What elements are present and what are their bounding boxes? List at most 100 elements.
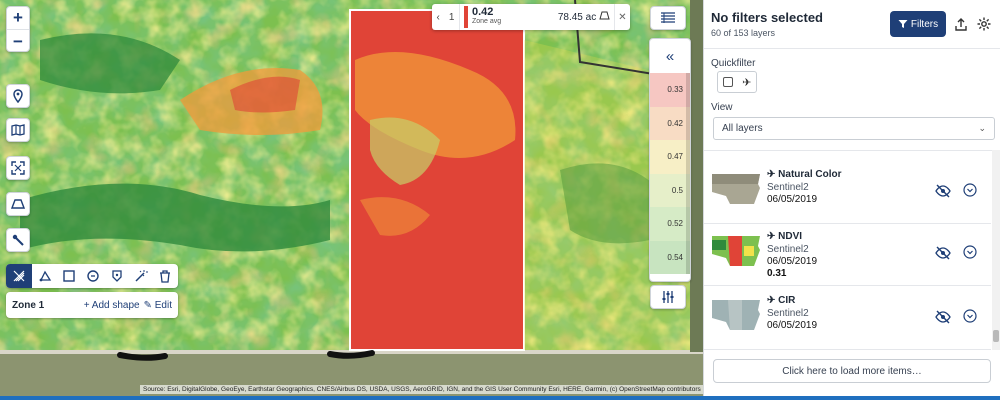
- perspective-button[interactable]: [6, 192, 30, 216]
- zone-name: Zone 1: [12, 299, 45, 311]
- perspective-icon: [11, 199, 25, 209]
- expand-chevron-icon[interactable]: [963, 183, 977, 197]
- zone-close-button[interactable]: ✕: [614, 4, 630, 30]
- window-bottom-strip: [0, 396, 1000, 400]
- upload-icon: [955, 17, 967, 31]
- magic-wand-icon: [135, 270, 148, 282]
- visibility-off-icon[interactable]: [935, 246, 951, 260]
- adjust-button[interactable]: [650, 285, 686, 309]
- basemap-button[interactable]: [6, 118, 30, 142]
- draw-marker-tool[interactable]: [106, 264, 128, 288]
- close-icon: ✕: [618, 11, 627, 23]
- circle-icon: [87, 270, 99, 282]
- quickfilter-checkbox[interactable]: [722, 77, 733, 87]
- location-button[interactable]: [6, 84, 30, 108]
- zone-area: 78.45 ac: [558, 11, 610, 23]
- layer-thumbnail: [712, 174, 760, 204]
- legend-row: 0.47: [650, 140, 690, 174]
- layer-list-scrollbar[interactable]: [992, 150, 1000, 350]
- legend-row: 0.42: [650, 106, 690, 140]
- zone-color-swatch: [464, 6, 468, 28]
- layer-thumbnail: [712, 300, 760, 330]
- layer-item-natural-color[interactable]: ✈ Natural Color Sentinel2 06/05/2019: [704, 162, 991, 224]
- zone-avg-label: Zone avg: [472, 18, 502, 25]
- layer-name: ✈ CIR: [767, 295, 795, 306]
- view-label: View: [711, 102, 733, 113]
- freehand-icon: [39, 270, 52, 282]
- draw-freehand-tool[interactable]: [34, 264, 56, 288]
- draw-rectangle-tool[interactable]: [58, 264, 80, 288]
- map-canvas[interactable]: + − Zone 1 + Add shape ✎ Edit ‹ 1 0.42 Z…: [0, 0, 703, 400]
- layer-source: Sentinel2: [767, 182, 809, 193]
- rectangle-icon: [63, 270, 75, 282]
- add-shape-link[interactable]: + Add shape: [84, 300, 140, 311]
- satellite-icon[interactable]: ✈: [742, 76, 751, 89]
- edit-label: Edit: [154, 299, 172, 311]
- sliders-icon: [662, 291, 674, 303]
- layer-item-ndvi[interactable]: ✈ NDVI Sentinel2 06/05/2019 0.31: [704, 224, 991, 286]
- draw-polygon-tool[interactable]: [6, 264, 32, 288]
- ndvi-raster: [0, 0, 703, 400]
- layer-list: ✈ Natural Color Sentinel2 06/05/2019 ✈ N…: [704, 150, 991, 350]
- zone-index: 1: [448, 11, 455, 23]
- expand-chevron-icon[interactable]: [963, 245, 977, 259]
- scrollbar-thumb[interactable]: [993, 330, 999, 342]
- gear-icon: [977, 17, 991, 31]
- zoom-control: + −: [6, 6, 30, 52]
- layer-date: 06/05/2019: [767, 194, 818, 205]
- expand-chevron-icon[interactable]: [963, 309, 977, 323]
- panel-subtitle: 60 of 153 layers: [711, 28, 776, 38]
- fit-extent-icon: [11, 161, 25, 175]
- layers-panel: No filters selected 60 of 153 layers Fil…: [703, 0, 1000, 400]
- zone-prev-button[interactable]: ‹ 1: [432, 4, 460, 30]
- draw-toolbar: [6, 264, 178, 288]
- map-book-icon: [11, 124, 25, 136]
- fit-extent-button[interactable]: [6, 156, 30, 180]
- layer-source: Sentinel2: [767, 244, 809, 255]
- layer-date: 06/05/2019: [767, 320, 818, 331]
- pointer-draw-button[interactable]: [6, 228, 30, 252]
- zone-info-popup: ‹ 1 0.42 Zone avg 78.45 ac ✕: [432, 4, 630, 30]
- panel-title: No filters selected: [711, 10, 823, 25]
- quickfilter-group: ✈: [717, 71, 757, 93]
- legend-row: 0.5: [650, 173, 690, 207]
- layer-item-cir[interactable]: ✈ CIR Sentinel2 06/05/2019: [704, 288, 991, 350]
- satellite-icon: ✈: [767, 169, 779, 180]
- trash-icon: [160, 269, 170, 283]
- zone-area-value: 78.45 ac: [557, 12, 597, 23]
- legend-rows: 0.33 0.42 0.47 0.5 0.52 0.54: [650, 73, 690, 274]
- draw-circle-tool[interactable]: [82, 264, 104, 288]
- edit-zone-link[interactable]: ✎ Edit: [144, 300, 172, 311]
- visibility-off-icon[interactable]: [935, 310, 951, 324]
- legend-row: 0.54: [650, 240, 690, 274]
- legend-panel: « 0.33 0.42 0.47 0.5 0.52 0.54: [649, 38, 691, 282]
- legend-row: 0.33: [650, 73, 690, 107]
- zone-card: Zone 1 + Add shape ✎ Edit: [6, 292, 178, 318]
- view-select[interactable]: All layers ⌄: [713, 117, 995, 140]
- visibility-off-icon[interactable]: [935, 184, 951, 198]
- export-button[interactable]: [952, 14, 970, 34]
- filters-button[interactable]: Filters: [890, 11, 946, 37]
- legend-collapse-button[interactable]: «: [650, 39, 690, 73]
- delete-shape-tool[interactable]: [154, 264, 176, 288]
- polygon-draw-icon: [13, 270, 25, 282]
- settings-button[interactable]: [975, 14, 993, 34]
- layer-name: ✈ NDVI: [767, 231, 802, 242]
- filters-label: Filters: [910, 18, 939, 30]
- legend-toggle-button[interactable]: [650, 6, 686, 30]
- zoom-out-button[interactable]: −: [7, 30, 29, 53]
- satellite-icon: ✈: [767, 295, 779, 306]
- layer-name-text: Natural Color: [778, 169, 842, 180]
- load-more-button[interactable]: Click here to load more items…: [713, 359, 991, 383]
- list-icon: [661, 12, 675, 23]
- area-icon: [599, 11, 610, 20]
- view-select-value: All layers: [722, 123, 763, 134]
- zone-avg: 0.42 Zone avg: [472, 7, 501, 27]
- pencil-icon: ✎: [143, 299, 152, 311]
- edit-vertices-tool[interactable]: [130, 264, 152, 288]
- layer-name-text: NDVI: [778, 231, 803, 242]
- quickfilter-label: Quickfilter: [711, 58, 756, 69]
- legend-row: 0.52: [650, 207, 690, 241]
- map-attribution: Source: Esri, DigitalGlobe, GeoEye, Eart…: [140, 385, 703, 394]
- zoom-in-button[interactable]: +: [7, 7, 29, 30]
